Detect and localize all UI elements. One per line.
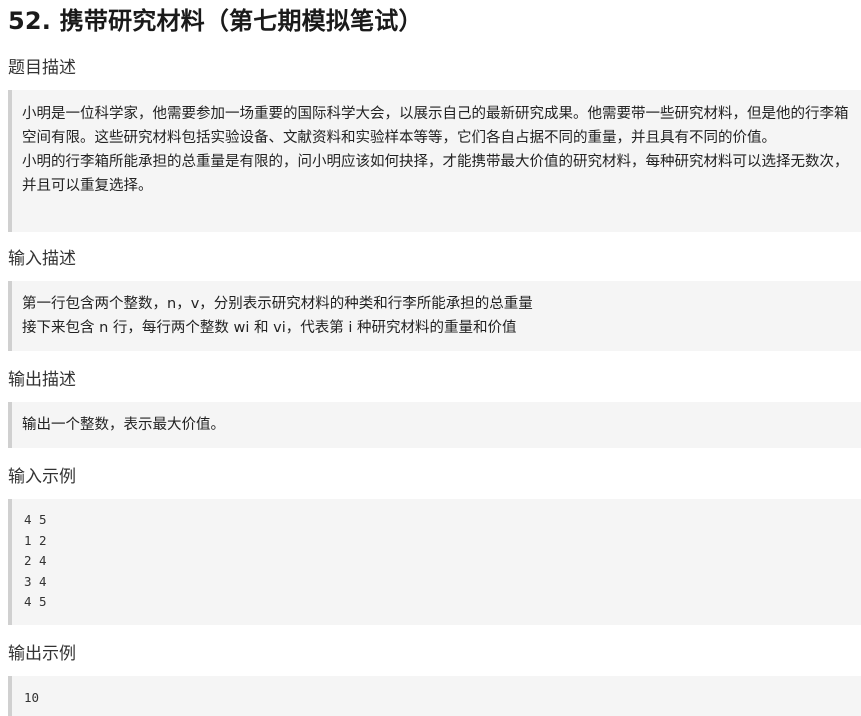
problem-page: 52. 携带研究材料（第七期模拟笔试） 题目描述 小明是一位科学家，他需要参加一… (0, 0, 861, 716)
input-description-heading: 输入描述 (8, 249, 76, 269)
output-example-code-block[interactable]: 10 (8, 676, 861, 716)
output-example-line: 10 (24, 690, 40, 705)
input-example-code-block[interactable]: 4 5 1 2 2 4 3 4 4 5 (8, 499, 861, 625)
output-description-heading: 输出描述 (8, 370, 76, 390)
description-paragraph-2: 小明的行李箱所能承担的总重量是有限的，问小明应该如何抉择，才能携带最大价值的研究… (22, 154, 849, 194)
input-example-line: 4 5 (24, 594, 47, 610)
input-description-block: 第一行包含两个整数，n，v，分别表示研究材料的种类和行李所能承担的总重量 接下来… (8, 281, 861, 351)
page-title: 52. 携带研究材料（第七期模拟笔试） (8, 7, 423, 35)
description-heading: 题目描述 (8, 58, 76, 78)
output-description-block: 输出一个整数，表示最大价值。 (8, 402, 861, 448)
input-example-line: 1 2 (24, 532, 47, 548)
input-example-line: 4 5 (24, 512, 47, 527)
output-example-heading: 输出示例 (8, 644, 76, 664)
input-example-heading: 输入示例 (8, 467, 76, 487)
description-paragraph-1: 小明是一位科学家，他需要参加一场重要的国际科学大会，以展示自己的最新研究成果。他… (22, 106, 849, 146)
input-example-line: 2 4 (24, 553, 47, 569)
input-example-line: 3 4 (24, 573, 47, 589)
input-description-line-2: 接下来包含 n 行，每行两个整数 wi 和 vi，代表第 i 种研究材料的重量和… (22, 320, 517, 336)
output-description-line-1: 输出一个整数，表示最大价值。 (22, 417, 225, 433)
description-block: 小明是一位科学家，他需要参加一场重要的国际科学大会，以展示自己的最新研究成果。他… (8, 90, 861, 232)
input-description-line-1: 第一行包含两个整数，n，v，分别表示研究材料的种类和行李所能承担的总重量 (22, 296, 533, 312)
